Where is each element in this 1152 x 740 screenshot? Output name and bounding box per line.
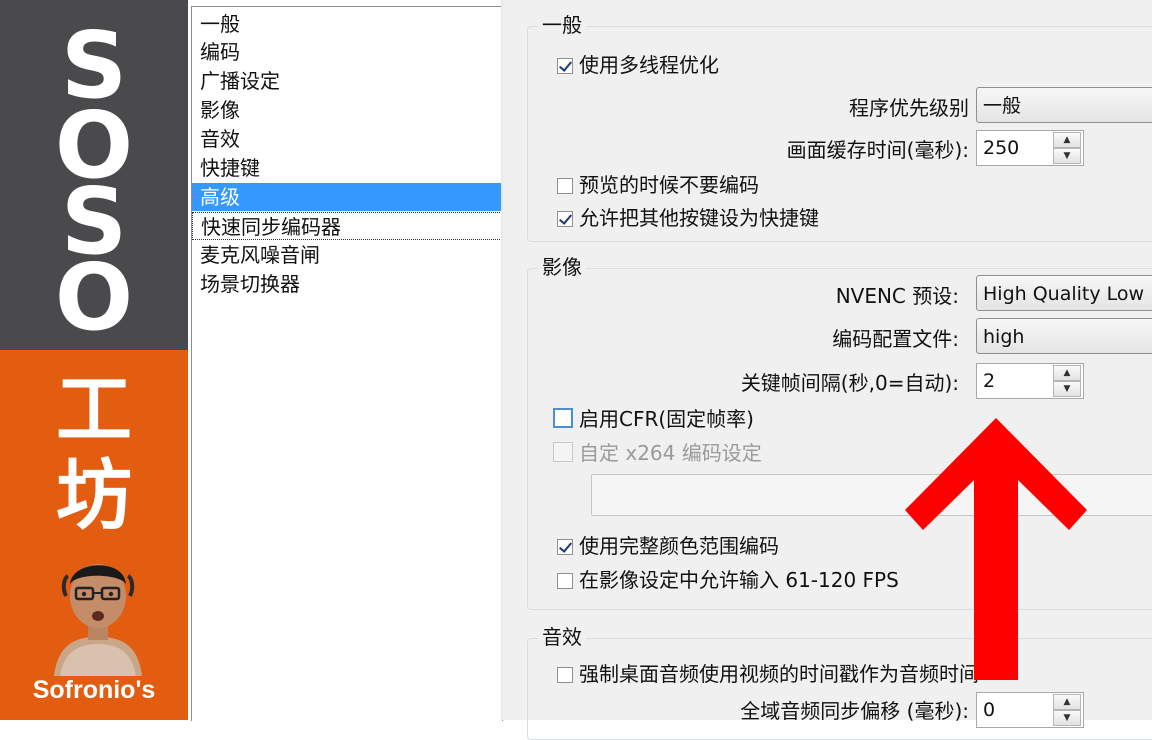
brand-cjk-gong: 工 <box>56 365 132 454</box>
spin-up-icon[interactable]: ▲ <box>1053 132 1081 148</box>
buffer-spinbox[interactable]: 250 ▲ ▼ <box>976 130 1084 166</box>
global-offset-spin-buttons: ▲ ▼ <box>1053 693 1083 727</box>
keyframe-label: 关键帧间隔(秒,0=自动): <box>740 371 959 395</box>
checkbox-icon <box>553 442 573 462</box>
brand-banner-top: S O S O <box>0 0 188 350</box>
buffer-spin-buttons: ▲ ▼ <box>1053 131 1083 165</box>
full-range-checkbox[interactable]: 使用完整颜色范围编码 <box>557 533 779 559</box>
red-arrow-up-icon <box>905 418 1087 680</box>
global-offset-spinbox[interactable]: 0 ▲ ▼ <box>976 692 1084 728</box>
buffer-label: 画面缓存时间(毫秒): <box>786 138 969 162</box>
keyframe-spin-buttons: ▲ ▼ <box>1053 364 1083 398</box>
checkmark-icon <box>557 539 573 555</box>
checkbox-icon <box>557 573 573 589</box>
brand-cjk-fang: 坊 <box>56 451 132 540</box>
spin-down-icon[interactable]: ▼ <box>1053 381 1081 397</box>
multithread-label: 使用多线程优化 <box>579 53 719 77</box>
video-group-title: 影像 <box>538 255 586 279</box>
settings-nav-panel: 一般 编码 广播设定 影像 音效 快捷键 高级 快速同步编码器 麦克风噪音闸 场… <box>188 0 503 721</box>
brand-letter: O <box>54 244 134 351</box>
checkmark-icon <box>557 211 573 227</box>
spin-up-icon[interactable]: ▲ <box>1053 365 1081 381</box>
checkbox-icon <box>553 408 573 428</box>
nav-item-video[interactable]: 影像 <box>192 96 502 124</box>
keyframe-spinbox[interactable]: 2 ▲ ▼ <box>976 363 1084 399</box>
profile-label: 编码配置文件: <box>832 327 959 351</box>
buffer-value: 250 <box>983 137 1020 159</box>
global-offset-label: 全域音频同步偏移 (毫秒): <box>740 699 969 723</box>
nvenc-preset-label: NVENC 预设: <box>835 284 959 308</box>
priority-label: 程序优先级别 <box>849 96 969 120</box>
spin-up-icon[interactable]: ▲ <box>1053 694 1081 710</box>
nav-item-broadcast[interactable]: 广播设定 <box>192 67 502 95</box>
checkbox-icon <box>557 667 573 683</box>
nav-item-general[interactable]: 一般 <box>192 10 502 38</box>
no-encode-preview-label: 预览的时候不要编码 <box>579 173 759 197</box>
nvenc-preset-select[interactable]: High Quality Low La <box>976 275 1152 311</box>
allow-high-fps-checkbox[interactable]: 在影像设定中允许输入 61-120 FPS <box>557 567 899 593</box>
allow-high-fps-label: 在影像设定中允许输入 61-120 FPS <box>579 568 899 592</box>
brand-name: Sofronio's <box>32 676 156 704</box>
settings-nav-list: 一般 编码 广播设定 影像 音效 快捷键 高级 快速同步编码器 麦克风噪音闸 场… <box>191 6 503 721</box>
x264-custom-checkbox[interactable]: 自定 x264 编码设定 <box>553 440 762 466</box>
keyframe-value: 2 <box>983 370 996 392</box>
global-offset-value: 0 <box>983 699 996 721</box>
nav-item-audio[interactable]: 音效 <box>192 125 502 153</box>
nav-item-hotkeys[interactable]: 快捷键 <box>192 154 502 182</box>
priority-select[interactable]: 一般 <box>976 87 1152 123</box>
cfr-checkbox[interactable]: 启用CFR(固定帧率) <box>553 406 754 432</box>
checkbox-icon <box>557 178 573 194</box>
nav-item-encoding[interactable]: 编码 <box>192 38 502 66</box>
no-encode-preview-checkbox[interactable]: 预览的时候不要编码 <box>557 172 759 198</box>
multithread-checkbox[interactable]: 使用多线程优化 <box>557 52 719 78</box>
nav-item-advanced[interactable]: 高级 <box>192 183 502 211</box>
allow-hotkeys-checkbox[interactable]: 允许把其他按键设为快捷键 <box>557 205 819 231</box>
presenter-avatar <box>54 564 142 676</box>
nav-item-scene-switcher[interactable]: 场景切换器 <box>192 270 502 298</box>
nav-item-quicksync[interactable]: 快速同步编码器 <box>192 212 502 240</box>
nav-item-noise-gate[interactable]: 麦克风噪音闸 <box>192 241 502 269</box>
allow-hotkeys-label: 允许把其他按键设为快捷键 <box>579 206 819 230</box>
full-range-label: 使用完整颜色范围编码 <box>579 534 779 558</box>
checkmark-icon <box>557 58 573 74</box>
x264-custom-label: 自定 x264 编码设定 <box>579 441 762 465</box>
general-group-title: 一般 <box>538 13 586 37</box>
audio-group-title: 音效 <box>538 625 586 649</box>
profile-select[interactable]: high <box>976 318 1152 354</box>
spin-down-icon[interactable]: ▼ <box>1053 710 1081 726</box>
spin-down-icon[interactable]: ▼ <box>1053 148 1081 164</box>
cfr-label: 启用CFR(固定帧率) <box>579 407 754 431</box>
